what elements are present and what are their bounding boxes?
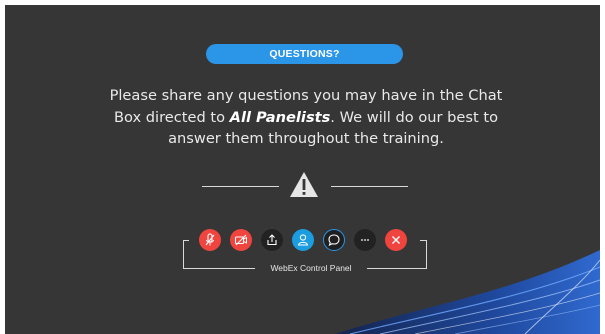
- share-button[interactable]: [261, 229, 283, 251]
- bracket-base-right: [367, 268, 426, 269]
- instructions-text: Please share any questions you may have …: [100, 85, 512, 150]
- warning-icon: [290, 172, 318, 197]
- webex-control-panel: [195, 229, 417, 251]
- all-panelists-emphasis: All Panelists: [229, 108, 331, 126]
- share-icon: [267, 234, 277, 246]
- video-off-icon: [234, 234, 247, 246]
- chat-icon: [327, 233, 340, 246]
- control-panel-label: WebEx Control Panel: [270, 263, 352, 273]
- divider-right: [331, 186, 408, 187]
- slide: QUESTIONS? Please share any questions yo…: [5, 5, 600, 334]
- leave-button[interactable]: [385, 229, 407, 251]
- microphone-off-icon: [205, 233, 215, 246]
- divider-left: [202, 186, 279, 187]
- participants-icon: [297, 234, 309, 246]
- more-options-button[interactable]: [354, 229, 376, 251]
- bracket-right: [420, 240, 427, 269]
- ellipsis-icon: [361, 239, 369, 241]
- bracket-left: [183, 240, 190, 269]
- questions-banner: QUESTIONS?: [206, 44, 403, 64]
- participants-button[interactable]: [292, 229, 314, 251]
- mute-button[interactable]: [199, 229, 221, 251]
- stop-video-button[interactable]: [230, 229, 252, 251]
- bracket-base-left: [183, 268, 255, 269]
- chat-button[interactable]: [323, 229, 345, 251]
- close-icon: [392, 236, 400, 244]
